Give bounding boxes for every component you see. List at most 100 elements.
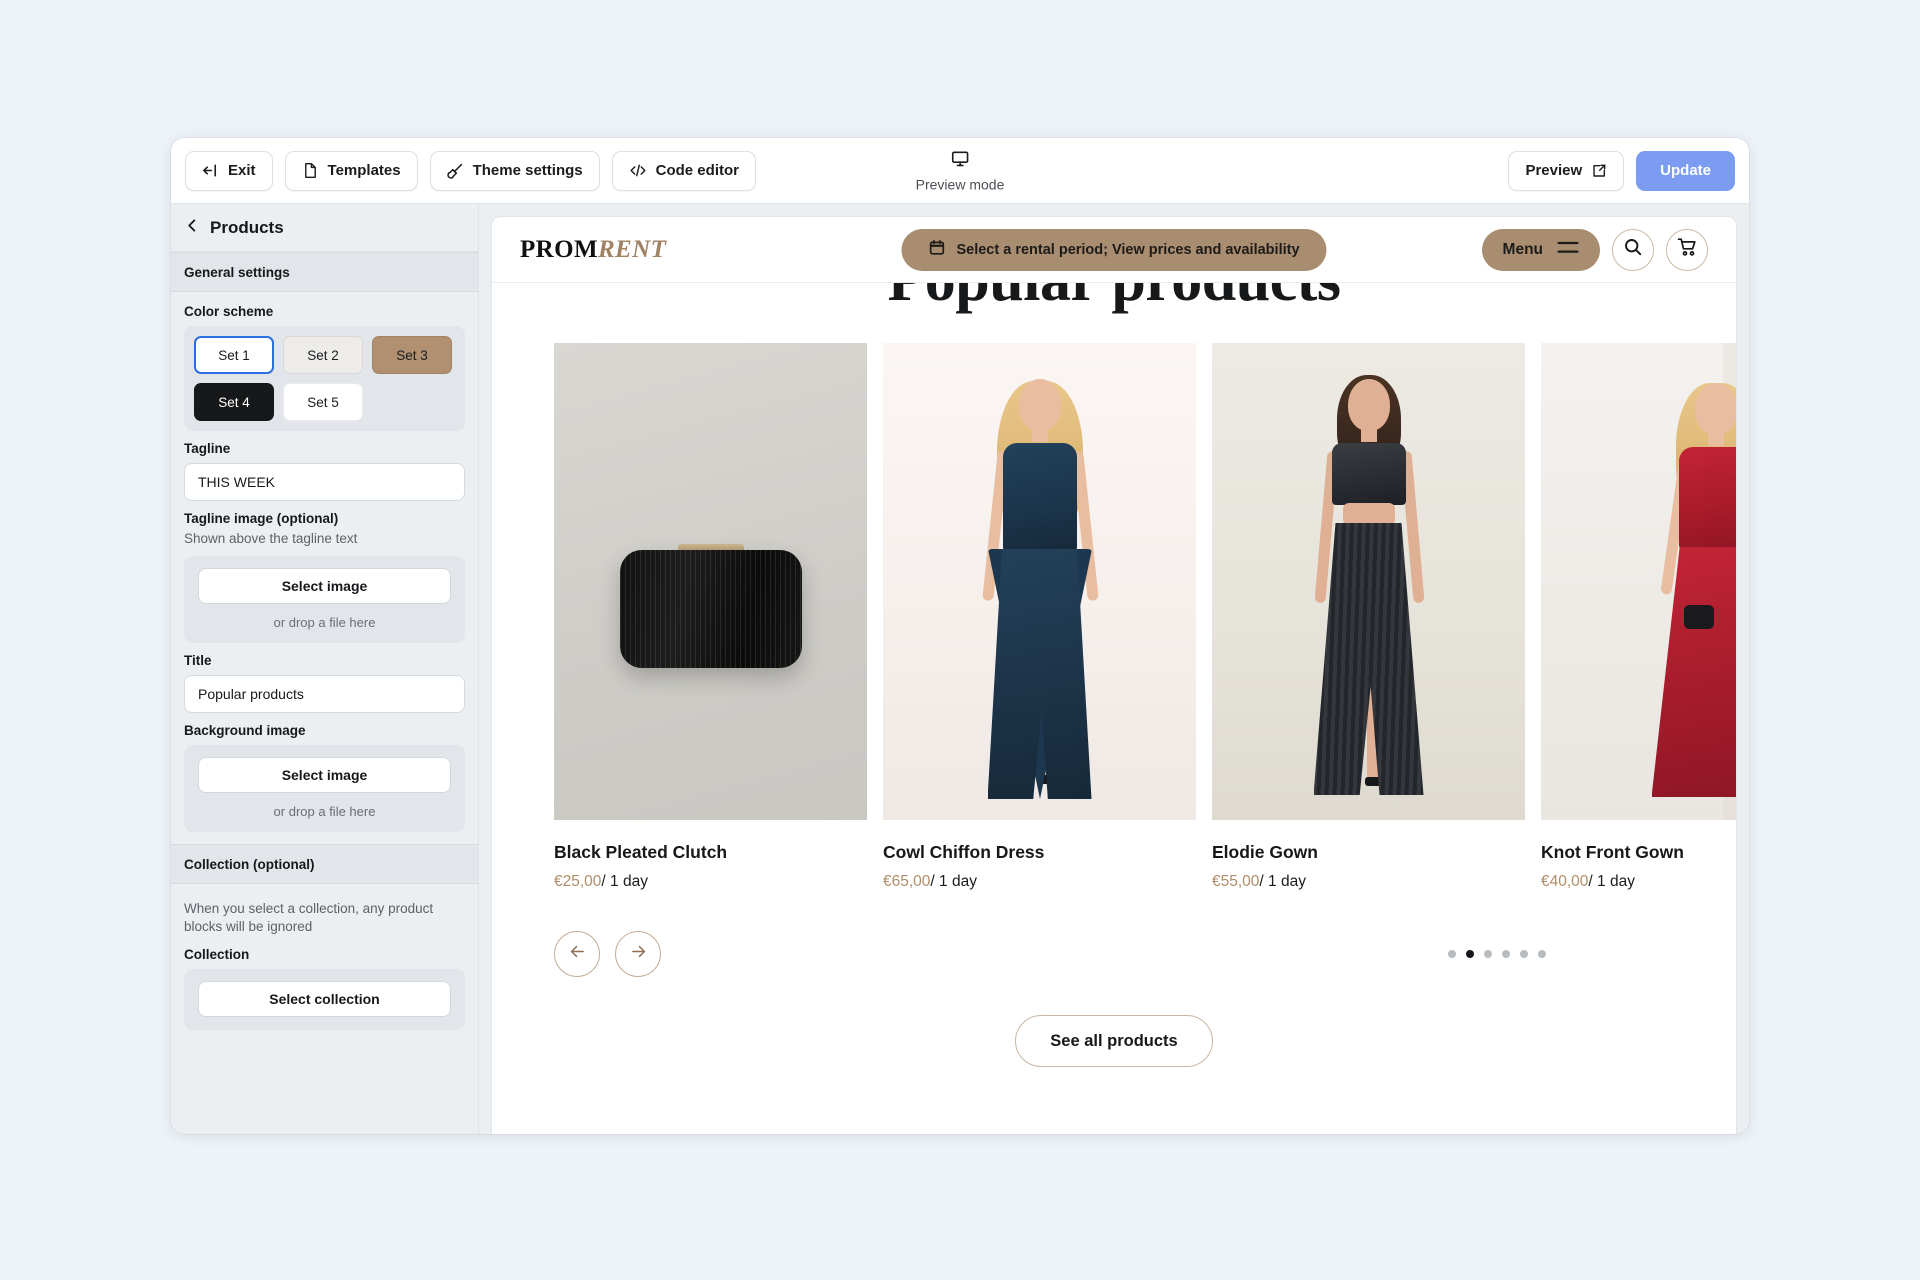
exit-button[interactable]: Exit <box>185 150 273 191</box>
preview-mode-label: Preview mode <box>915 176 1005 192</box>
collection-picker[interactable]: Select collection <box>184 968 465 1030</box>
code-icon <box>629 162 647 179</box>
product-price-period: / 1 day <box>1259 873 1306 890</box>
collection-help: When you select a collection, any produc… <box>184 901 434 935</box>
tagline-label: Tagline <box>184 441 231 456</box>
theme-settings-button[interactable]: Theme settings <box>429 150 600 191</box>
product-price-amount: €65,00 <box>883 873 931 890</box>
logo-primary-text: PROM <box>520 235 598 263</box>
background-select-image-button[interactable]: Select image <box>198 757 451 794</box>
carousel-pagination-dots <box>1448 950 1546 958</box>
product-price-amount: €55,00 <box>1212 873 1260 890</box>
carousel-controls <box>492 931 1736 977</box>
carousel-dot[interactable] <box>1484 950 1492 958</box>
color-scheme-option-set-3[interactable]: Set 3 <box>372 336 452 374</box>
section-header-collection: Collection (optional) <box>171 844 478 885</box>
title-input[interactable]: Popular products <box>184 675 465 714</box>
code-editor-button[interactable]: Code editor <box>611 150 756 191</box>
update-button[interactable]: Update <box>1636 150 1735 191</box>
knot-front-gown-illustration <box>1541 343 1736 820</box>
carousel-dot[interactable] <box>1448 950 1456 958</box>
product-name: Knot Front Gown <box>1541 842 1684 862</box>
exit-icon <box>202 162 219 179</box>
product-image[interactable] <box>554 343 867 820</box>
elodie-gown-illustration <box>1212 343 1525 820</box>
theme-editor-window: Exit Templates Theme settings Code edito… <box>171 138 1749 1134</box>
product-carousel[interactable]: Black Pleated Clutch €25,00/ 1 day Cowl … <box>492 343 1736 891</box>
storefront-preview-frame[interactable]: PROMRENT Select a rental period; View pr… <box>491 216 1737 1134</box>
rental-period-button[interactable]: Select a rental period; View prices and … <box>901 228 1327 271</box>
preview-button[interactable]: Preview <box>1508 150 1625 191</box>
product-name: Elodie Gown <box>1212 842 1318 862</box>
section-header-general-label: General settings <box>184 264 290 280</box>
product-card[interactable]: Black Pleated Clutch €25,00/ 1 day <box>554 343 867 891</box>
tagline-image-help: Shown above the tagline text <box>184 531 358 546</box>
editor-topbar: Exit Templates Theme settings Code edito… <box>171 138 1749 204</box>
carousel-dot[interactable] <box>1538 950 1546 958</box>
product-card[interactable]: Elodie Gown €55,00/ 1 day <box>1212 343 1525 891</box>
product-name: Cowl Chiffon Dress <box>883 842 1045 862</box>
color-scheme-picker: Set 1 Set 2 Set 3 Set 4 Set 5 <box>184 326 465 431</box>
product-image[interactable] <box>883 343 1196 820</box>
paintbrush-icon <box>446 162 464 179</box>
menu-label: Menu <box>1502 240 1543 258</box>
carousel-next-button[interactable] <box>615 931 661 977</box>
cart-button[interactable] <box>1666 228 1708 271</box>
search-button[interactable] <box>1612 228 1654 271</box>
sidebar-back-header[interactable]: Products <box>171 204 478 252</box>
color-scheme-option-set-1[interactable]: Set 1 <box>194 336 274 374</box>
product-card[interactable]: Cowl Chiffon Dress €65,00/ 1 day <box>883 343 1196 891</box>
color-scheme-option-set-4[interactable]: Set 4 <box>194 383 274 421</box>
tagline-select-image-button[interactable]: Select image <box>198 568 451 605</box>
color-scheme-option-set-5[interactable]: Set 5 <box>283 383 363 421</box>
section-header-general: General settings <box>171 252 478 292</box>
templates-button[interactable]: Templates <box>284 150 418 191</box>
carousel-dot[interactable] <box>1520 950 1528 958</box>
product-image[interactable] <box>1212 343 1525 820</box>
select-collection-button[interactable]: Select collection <box>198 980 451 1017</box>
tagline-drop-hint: or drop a file here <box>273 615 376 631</box>
tagline-image-label: Tagline image (optional) <box>184 511 339 526</box>
color-scheme-label: Color scheme <box>184 304 274 319</box>
desktop-monitor-icon <box>950 149 969 173</box>
color-scheme-option-set-2[interactable]: Set 2 <box>283 336 363 374</box>
see-all-products-button[interactable]: See all products <box>1015 1015 1213 1067</box>
carousel-dot[interactable] <box>1502 950 1510 958</box>
section-header-collection-label: Collection (optional) <box>184 856 315 872</box>
tagline-image-dropzone[interactable]: Select image or drop a file here <box>184 556 465 644</box>
topbar-right-actions: Preview Update <box>1508 150 1735 191</box>
cowl-chiffon-dress-illustration <box>883 343 1196 820</box>
product-image[interactable] <box>1541 343 1736 820</box>
sidebar-scroll-area[interactable]: Color scheme Set 1 Set 2 Set 3 Set 4 Set… <box>171 292 478 1134</box>
product-price: €65,00/ 1 day <box>883 873 1196 891</box>
product-name: Black Pleated Clutch <box>554 842 728 862</box>
background-drop-hint: or drop a file here <box>273 804 376 820</box>
preview-mode-toggle[interactable]: Preview mode <box>915 149 1005 192</box>
background-image-dropzone[interactable]: Select image or drop a file here <box>184 745 465 833</box>
see-all-products-row: See all products <box>492 1015 1736 1067</box>
product-card[interactable]: Knot Front Gown €40,00/ 1 day <box>1541 343 1736 891</box>
logo-secondary-text: RENT <box>597 235 667 263</box>
collection-label: Collection <box>184 946 250 962</box>
product-price: €55,00/ 1 day <box>1212 873 1525 891</box>
product-price-period: / 1 day <box>930 873 977 890</box>
preview-pane: PROMRENT Select a rental period; View pr… <box>479 204 1749 1134</box>
menu-button[interactable]: Menu <box>1481 228 1600 271</box>
product-price-amount: €25,00 <box>554 873 602 890</box>
clutch-product-illustration <box>554 343 867 820</box>
storefront-content: Popular products Black Pleated Clutch <box>492 283 1736 1134</box>
theme-settings-label: Theme settings <box>472 162 583 179</box>
tagline-input[interactable]: THIS WEEK <box>184 463 465 501</box>
carousel-dot-active[interactable] <box>1466 950 1474 958</box>
store-logo[interactable]: PROMRENT <box>520 236 666 264</box>
arrow-left-icon <box>568 942 587 966</box>
title-label: Title <box>184 653 212 669</box>
product-price: €25,00/ 1 day <box>554 873 867 891</box>
external-link-icon <box>1591 163 1607 179</box>
background-image-label: Background image <box>184 723 306 739</box>
arrow-right-icon <box>629 942 648 966</box>
preview-label: Preview <box>1525 162 1583 179</box>
carousel-prev-button[interactable] <box>554 931 600 977</box>
product-price-period: / 1 day <box>601 873 648 890</box>
collection-group: When you select a collection, any produc… <box>171 884 478 1041</box>
